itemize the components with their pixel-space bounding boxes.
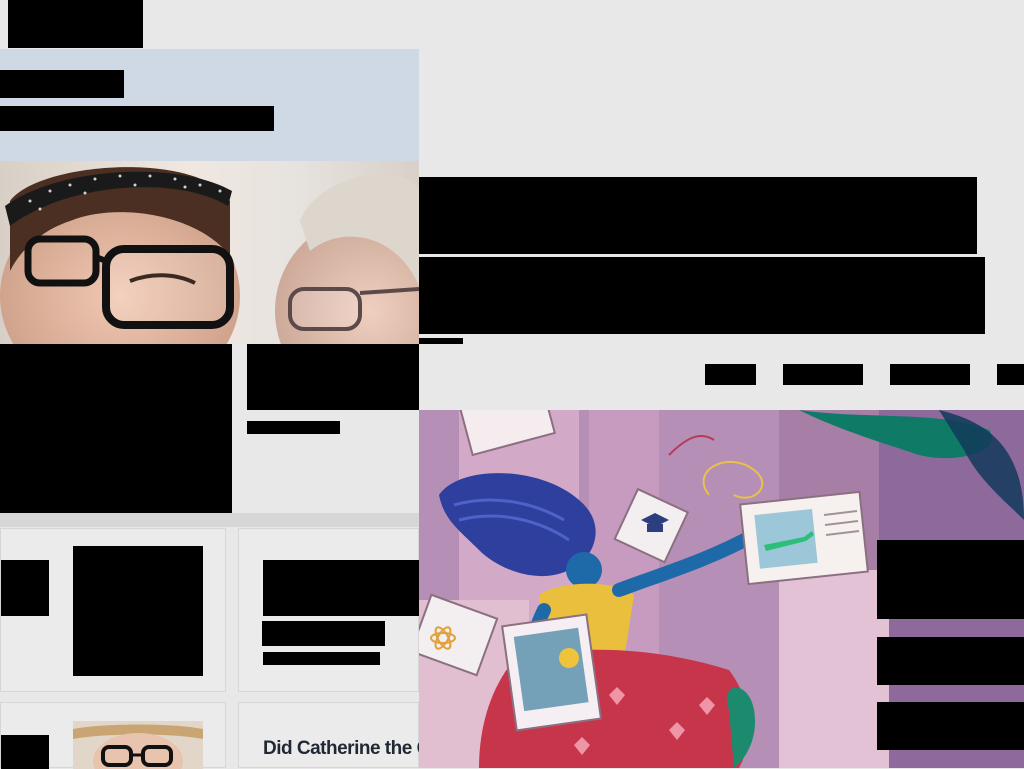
nav-item-3[interactable] [890,364,970,385]
feature-teaser-block[interactable] [0,344,232,513]
illustration-overlay-block-1[interactable] [877,540,1024,619]
list-item[interactable] [238,528,420,692]
feature-teaser-byline [247,421,340,434]
main-headline-line-2[interactable] [419,257,985,334]
list-item[interactable] [0,702,226,769]
nav-item-4[interactable] [997,364,1024,385]
site-logo[interactable] [8,0,143,48]
main-headline-underline [419,338,463,344]
list-item-number [1,560,49,616]
list-item-thumbnail[interactable] [73,721,203,769]
illustration-overlay-block-3[interactable] [877,702,1024,750]
nav-item-1[interactable] [705,364,756,385]
portrait-thumbnail [73,721,203,769]
hero-photo[interactable] [0,161,419,344]
list-item-number [1,735,49,769]
hero-subtitle [0,106,274,131]
hero-kicker [0,70,124,98]
section-divider [0,513,419,527]
nav-item-2[interactable] [783,364,863,385]
list-item[interactable] [0,528,226,692]
main-headline-line-1[interactable] [419,177,977,254]
illustration-overlay-block-2[interactable] [877,637,1024,685]
left-hero-header [0,49,419,161]
list-item-thumbnail[interactable] [73,546,203,676]
list-item-subtitle [262,621,385,646]
list-item-title[interactable] [263,560,420,616]
feature-teaser-title[interactable] [247,344,419,410]
hero-photo-illustration [0,167,419,344]
list-item[interactable]: Did Catherine the G [238,702,420,769]
list-item-title[interactable]: Did Catherine the G [263,737,420,769]
list-item-meta [263,652,380,665]
